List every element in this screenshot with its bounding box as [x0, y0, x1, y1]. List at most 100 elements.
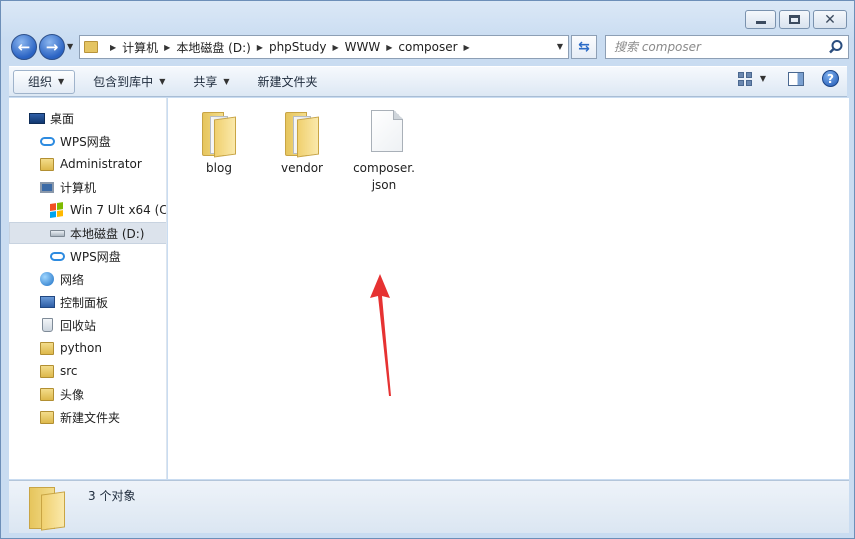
share-button[interactable]: 共享 ▼: [183, 70, 239, 94]
chevron-down-icon: ▼: [58, 77, 65, 86]
organize-label: 组织: [28, 75, 53, 89]
refresh-button[interactable]: ⇆: [571, 35, 597, 59]
nav-item-label: 桌面: [50, 111, 75, 126]
nav-item-control-panel[interactable]: 控制面板: [9, 291, 166, 313]
chevron-down-icon: ▼: [159, 77, 166, 86]
close-icon: ✕: [824, 11, 836, 28]
status-bar: 3 个对象: [9, 480, 849, 533]
nav-item-new-folder[interactable]: 新建文件夹: [9, 406, 166, 428]
minimize-icon: [755, 20, 766, 24]
address-bar[interactable]: ▶ 计算机 ▶ 本地磁盘 (D:) ▶ phpStudy ▶ WWW ▶ com…: [79, 35, 569, 59]
network-icon: [39, 271, 55, 287]
navigation-pane: 桌面 WPS网盘 Administrator 计算机 Win 7 Ult x64…: [9, 98, 167, 479]
folder-icon: [39, 409, 55, 425]
nav-item-label: 控制面板: [60, 295, 109, 310]
nav-item-wps-cloud-2[interactable]: WPS网盘: [9, 245, 166, 267]
chevron-right-icon[interactable]: ▶: [386, 43, 392, 52]
breadcrumb-phpstudy[interactable]: phpStudy: [269, 40, 327, 54]
cloud-icon: [49, 248, 65, 264]
nav-item-label: 本地磁盘 (D:): [70, 226, 145, 241]
breadcrumb-computer[interactable]: 计算机: [122, 39, 158, 56]
nav-item-avatar[interactable]: 头像: [9, 383, 166, 405]
include-label: 包含到库中: [93, 75, 154, 89]
search-icon[interactable]: [828, 39, 844, 55]
chevron-down-icon: ▼: [223, 77, 230, 86]
nav-item-network[interactable]: 网络: [9, 268, 166, 290]
recycle-bin-icon: [39, 317, 55, 333]
refresh-icon: ⇆: [578, 39, 590, 55]
nav-item-drive-c[interactable]: Win 7 Ult x64 (C:: [9, 199, 167, 221]
navigation-row: ← → ▼ ▶ 计算机 ▶ 本地磁盘 (D:) ▶ phpStudy ▶ WWW…: [9, 33, 849, 61]
nav-item-computer[interactable]: 计算机: [9, 176, 166, 198]
nav-item-src[interactable]: src: [9, 360, 166, 382]
nav-item-wps-cloud[interactable]: WPS网盘: [9, 130, 166, 152]
view-controls: ▼ ?: [737, 70, 839, 87]
explorer-window: ✕ ← → ▼ ▶ 计算机 ▶ 本地磁盘 (D:) ▶ phpStudy ▶ W…: [0, 0, 855, 539]
arrow-left-icon: ←: [17, 38, 31, 56]
search-input[interactable]: [614, 40, 814, 54]
file-item-vendor[interactable]: vendor: [267, 108, 337, 177]
computer-icon: [39, 179, 55, 195]
user-folder-icon: [39, 156, 55, 172]
change-view-icon[interactable]: [737, 71, 752, 86]
file-name: vendor: [281, 161, 323, 175]
file-item-composer-json[interactable]: composer. json: [345, 108, 423, 194]
folder-icon: [39, 340, 55, 356]
windows-drive-icon: [49, 202, 65, 218]
maximize-icon: [789, 15, 800, 24]
nav-item-label: WPS网盘: [70, 249, 121, 264]
nav-item-desktop[interactable]: 桌面: [9, 107, 166, 129]
nav-item-label: WPS网盘: [60, 134, 111, 149]
organize-menu-button[interactable]: 组织 ▼: [13, 69, 76, 94]
search-box[interactable]: [605, 35, 849, 59]
breadcrumb-drive-d[interactable]: 本地磁盘 (D:): [176, 39, 250, 56]
nav-item-label: 网络: [60, 272, 85, 287]
arrow-right-icon: →: [45, 38, 59, 56]
chevron-right-icon[interactable]: ▶: [464, 43, 470, 52]
nav-item-administrator[interactable]: Administrator: [9, 153, 166, 175]
share-label: 共享: [193, 75, 218, 89]
close-button[interactable]: ✕: [813, 10, 847, 29]
help-icon[interactable]: ?: [822, 70, 839, 87]
file-name: composer. json: [353, 161, 415, 192]
annotation-arrow-icon: [370, 274, 391, 396]
minimize-button[interactable]: [745, 10, 776, 29]
nav-item-label: Win 7 Ult x64 (C:: [70, 203, 167, 217]
address-history-dropdown[interactable]: ▼: [557, 42, 563, 51]
chevron-right-icon[interactable]: ▶: [332, 43, 338, 52]
nav-item-drive-d[interactable]: 本地磁盘 (D:): [9, 222, 166, 244]
nav-item-recycle-bin[interactable]: 回收站: [9, 314, 166, 336]
nav-item-label: python: [60, 341, 102, 355]
breadcrumb-www[interactable]: WWW: [345, 40, 381, 54]
item-count: 3 个对象: [88, 489, 136, 503]
drive-icon: [49, 225, 65, 241]
nav-item-python[interactable]: python: [9, 337, 166, 359]
folder-icon: [39, 363, 55, 379]
new-folder-label: 新建文件夹: [257, 75, 318, 89]
preview-pane-icon[interactable]: [788, 71, 804, 86]
nav-item-label: 新建文件夹: [60, 410, 121, 425]
include-in-library-button[interactable]: 包含到库中 ▼: [83, 70, 175, 94]
nav-item-label: 计算机: [60, 180, 97, 195]
view-options-dropdown[interactable]: ▼: [760, 74, 766, 83]
forward-button[interactable]: →: [39, 34, 65, 60]
folder-icon: [84, 41, 98, 53]
command-bar: 组织 ▼ 包含到库中 ▼ 共享 ▼ 新建文件夹 ▼ ?: [9, 66, 847, 97]
chevron-right-icon[interactable]: ▶: [164, 43, 170, 52]
folder-icon: [39, 386, 55, 402]
breadcrumb-composer[interactable]: composer: [398, 40, 457, 54]
maximize-button[interactable]: [779, 10, 810, 29]
folder-icon: [29, 487, 69, 531]
file-list: blog vendor composer. json: [168, 98, 849, 479]
chevron-right-icon[interactable]: ▶: [257, 43, 263, 52]
file-item-blog[interactable]: blog: [184, 108, 254, 177]
folder-icon: [199, 108, 239, 158]
recent-pages-dropdown[interactable]: ▼: [67, 42, 73, 51]
back-button[interactable]: ←: [11, 34, 37, 60]
chevron-right-icon[interactable]: ▶: [110, 43, 116, 52]
nav-item-label: src: [60, 364, 78, 378]
nav-item-label: 头像: [60, 387, 85, 402]
folder-icon: [282, 108, 322, 158]
file-icon: [364, 108, 404, 156]
new-folder-button[interactable]: 新建文件夹: [248, 70, 328, 94]
